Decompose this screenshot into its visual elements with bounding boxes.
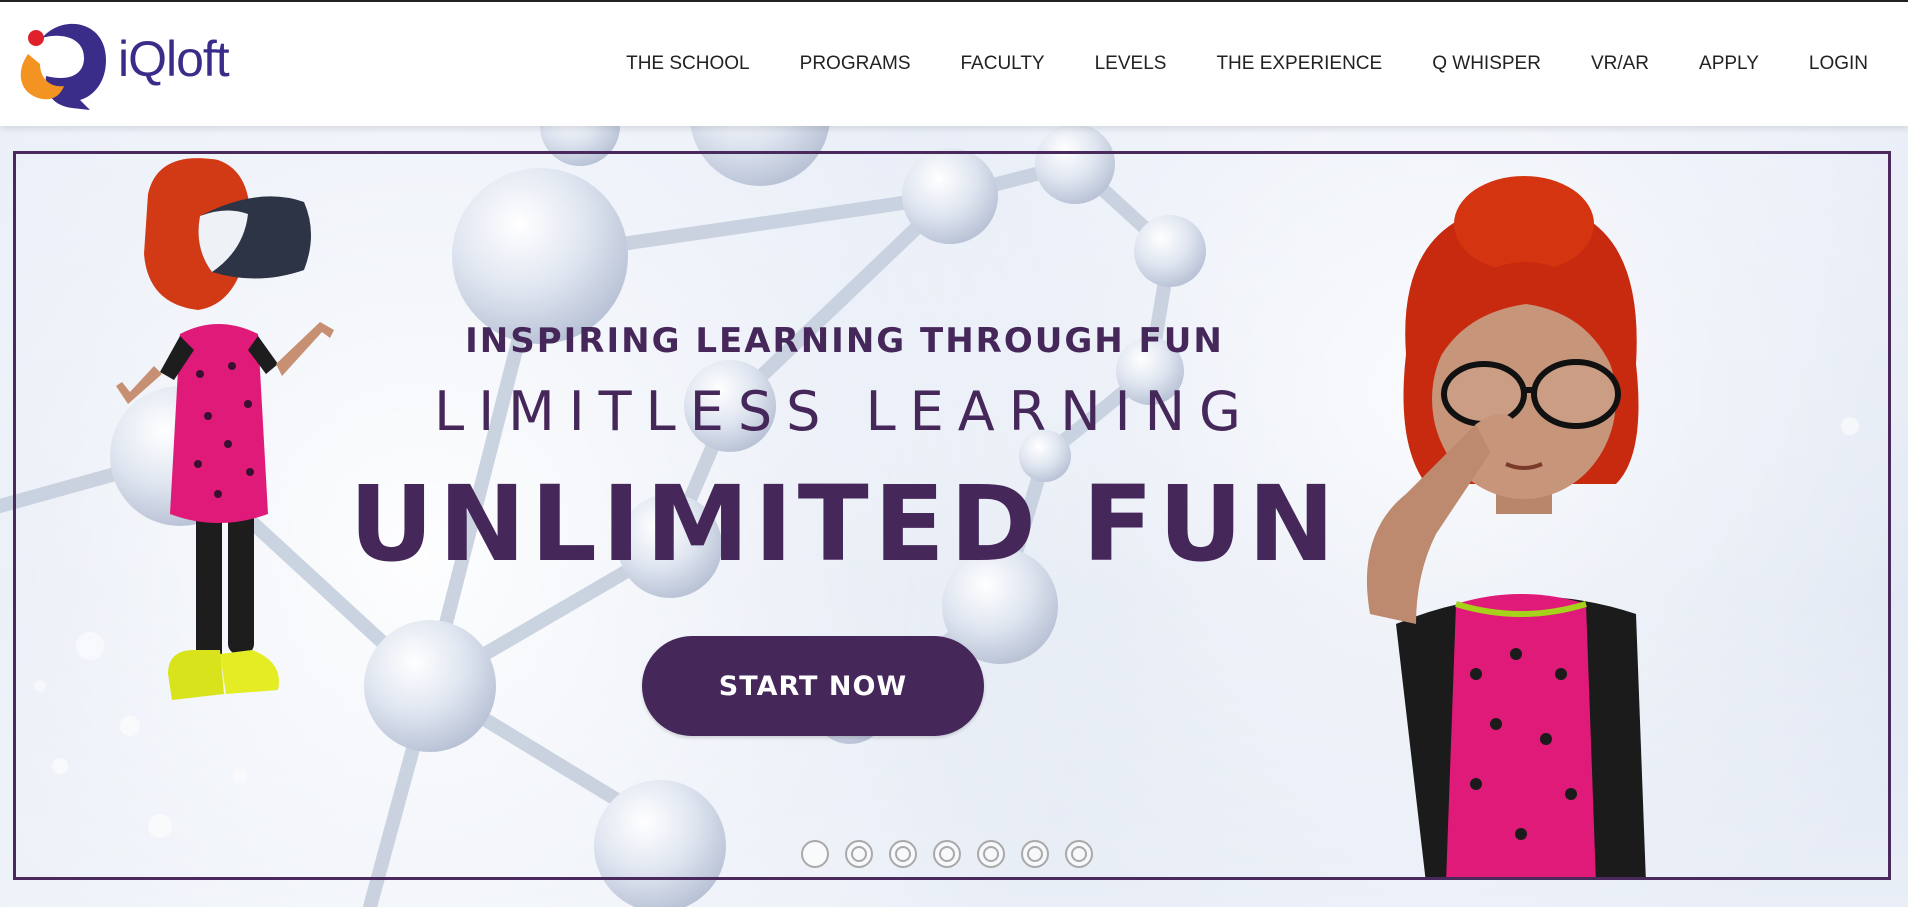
carousel-dot-6[interactable]: [1021, 840, 1049, 868]
vr-girl-character: [116, 158, 334, 700]
carousel-dot-5[interactable]: [977, 840, 1005, 868]
nav-q-whisper[interactable]: Q WHISPER: [1407, 2, 1566, 126]
nav-programs[interactable]: PROGRAMS: [775, 2, 936, 126]
carousel-dot-2[interactable]: [845, 840, 873, 868]
carousel-dot-7[interactable]: [1065, 840, 1093, 868]
hero-section: INSPIRING LEARNING THROUGH FUN LIMITLESS…: [0, 126, 1908, 907]
site-header: iQloft THE SCHOOL PROGRAMS FACULTY LEVEL…: [0, 2, 1908, 126]
start-now-button[interactable]: START NOW: [642, 636, 984, 736]
carousel-dot-3[interactable]: [889, 840, 917, 868]
nav-vr-ar[interactable]: VR/AR: [1566, 2, 1674, 126]
iqloft-logo-icon: [20, 23, 106, 110]
logo-wordmark: iQloft: [118, 31, 230, 87]
nav-the-school[interactable]: THE SCHOOL: [601, 2, 775, 126]
nav-levels[interactable]: LEVELS: [1070, 2, 1192, 126]
carousel-pagination: [801, 840, 1093, 872]
nav-apply[interactable]: APPLY: [1674, 2, 1784, 126]
carousel-dot-1[interactable]: [801, 840, 829, 868]
iqloft-logo[interactable]: iQloft: [14, 16, 244, 112]
nav-login[interactable]: LOGIN: [1784, 2, 1908, 126]
glasses-girl-character: [1366, 176, 1646, 877]
nav-the-experience[interactable]: THE EXPERIENCE: [1191, 2, 1407, 126]
carousel-dot-4[interactable]: [933, 840, 961, 868]
nav-faculty[interactable]: FACULTY: [936, 2, 1070, 126]
main-nav: THE SCHOOL PROGRAMS FACULTY LEVELS THE E…: [601, 2, 1908, 126]
hero-banner: INSPIRING LEARNING THROUGH FUN LIMITLESS…: [13, 151, 1891, 880]
